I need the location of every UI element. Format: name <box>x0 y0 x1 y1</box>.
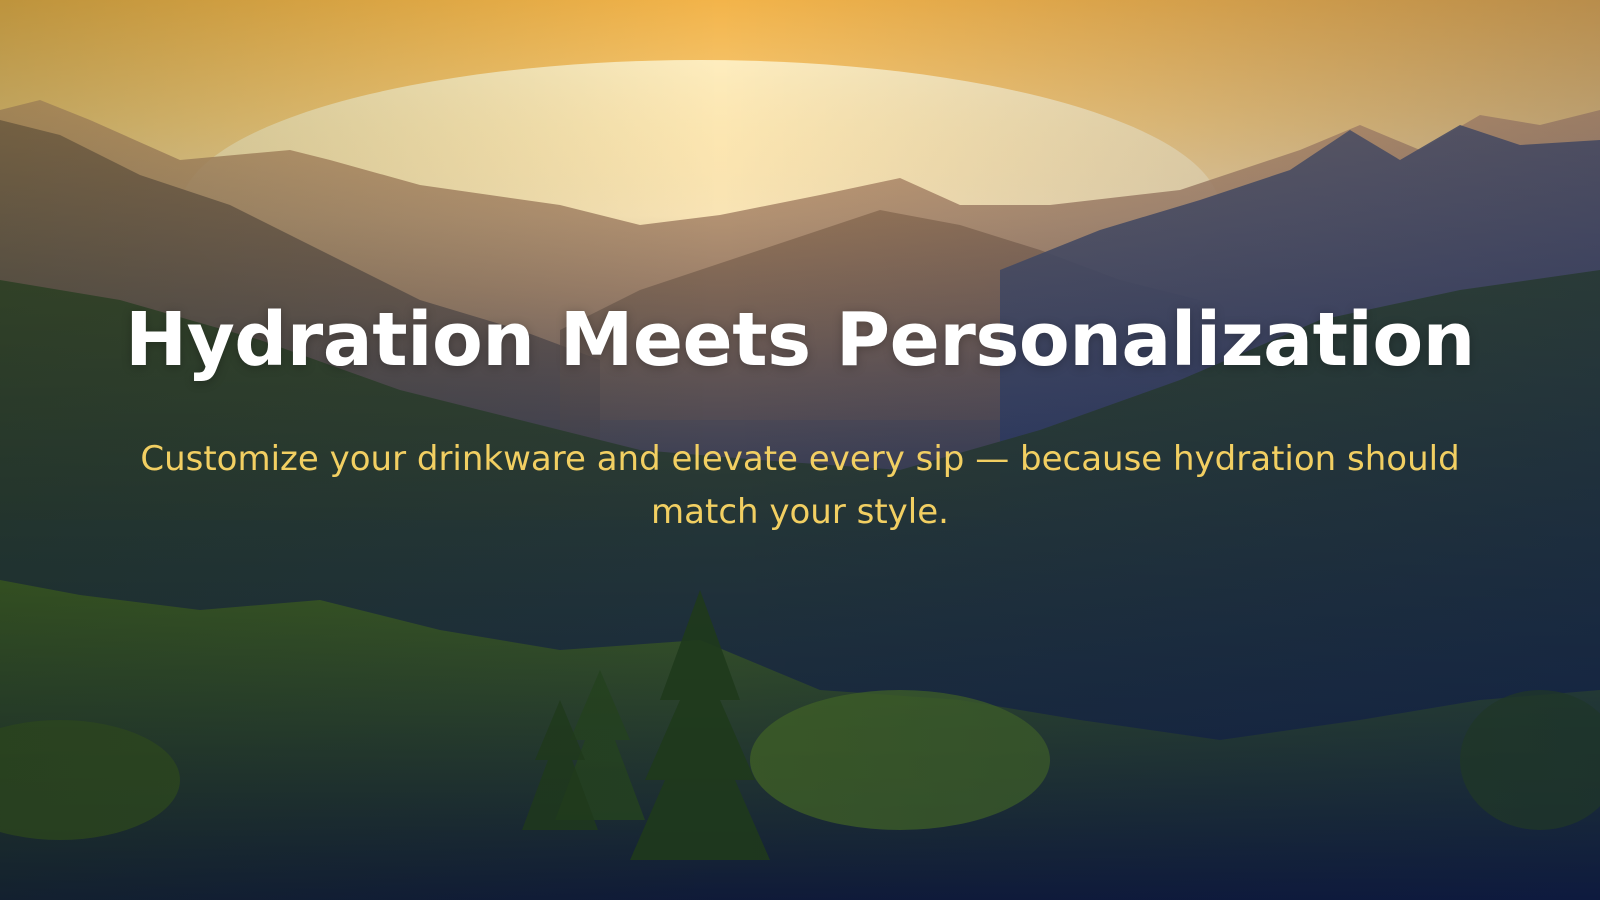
hero-text: Hydration Meets Personalization Customiz… <box>0 297 1600 539</box>
hero-title: Hydration Meets Personalization <box>125 297 1475 383</box>
hero-slide: Hydration Meets Personalization Customiz… <box>0 0 1600 900</box>
hero-subtitle: Customize your drinkware and elevate eve… <box>140 439 1460 533</box>
